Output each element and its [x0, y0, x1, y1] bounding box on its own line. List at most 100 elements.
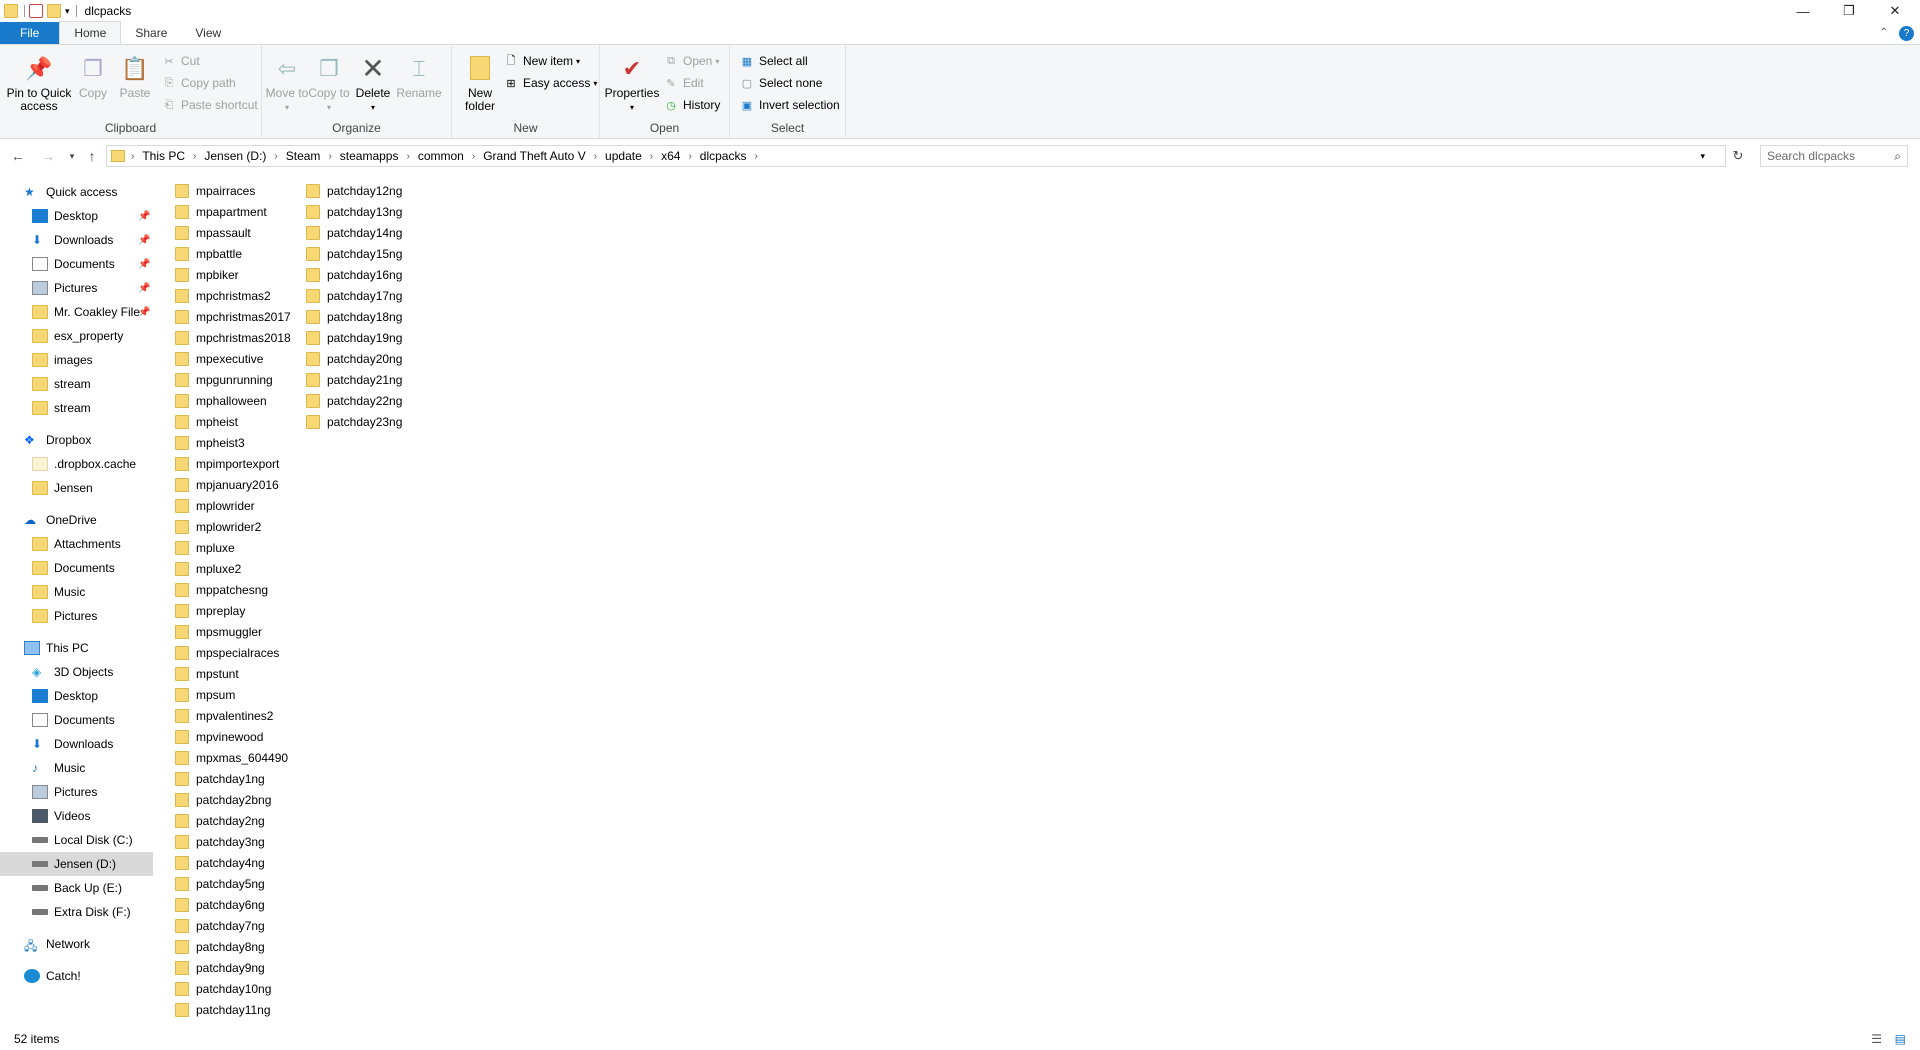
delete-button[interactable]: ✕ Delete ▾ [350, 49, 396, 114]
address-bar[interactable]: › This PC › Jensen (D:) › Steam › steamapps… [106, 145, 1726, 167]
tab-share[interactable]: Share [121, 22, 181, 44]
folder-item[interactable]: mpluxe [175, 537, 235, 558]
folder-item[interactable]: mpvinewood [175, 726, 263, 747]
folder-item[interactable]: patchday11ng [175, 999, 271, 1020]
breadcrumb-update[interactable]: update [599, 149, 648, 163]
folder-item[interactable]: mpsmuggler [175, 621, 262, 642]
folder-item[interactable]: patchday23ng [306, 411, 402, 432]
folder-item[interactable]: mpxmas_604490 [175, 747, 288, 768]
nav-quick-access[interactable]: ★ Quick access [0, 180, 153, 204]
folder-item[interactable]: mpspecialraces [175, 642, 279, 663]
properties-icon[interactable] [29, 4, 43, 18]
back-button[interactable]: ← [8, 146, 28, 166]
nav-pc-desktop[interactable]: Desktop [0, 684, 153, 708]
folder-item[interactable]: mpimportexport [175, 453, 279, 474]
history-button[interactable]: ◷ History [664, 95, 720, 115]
details-view-icon[interactable]: ☰ [1871, 1032, 1882, 1046]
folder-item[interactable]: patchday6ng [175, 894, 265, 915]
folder-item[interactable]: patchday13ng [306, 201, 402, 222]
chevron-right-icon[interactable]: › [686, 151, 693, 162]
breadcrumb-this-pc[interactable]: This PC [136, 149, 191, 163]
nav-documents[interactable]: Documents 📌 [0, 252, 153, 276]
nav-pc-videos[interactable]: Videos [0, 804, 153, 828]
invert-selection-button[interactable]: ▣ Invert selection [740, 95, 840, 115]
nav-extra-disk-f[interactable]: Extra Disk (F:) [0, 900, 153, 924]
forward-button[interactable]: → [38, 146, 58, 166]
nav-this-pc[interactable]: This PC [0, 636, 153, 660]
tab-view[interactable]: View [181, 22, 235, 44]
nav-onedrive-music[interactable]: Music [0, 580, 153, 604]
folder-item[interactable]: mpheist3 [175, 432, 245, 453]
folder-item[interactable]: patchday14ng [306, 222, 402, 243]
folder-item[interactable]: patchday3ng [175, 831, 265, 852]
breadcrumb-steamapps[interactable]: steamapps [334, 149, 405, 163]
folder-item[interactable]: mpvalentines2 [175, 705, 273, 726]
breadcrumb-common[interactable]: common [412, 149, 470, 163]
folder-item[interactable]: mplowrider2 [175, 516, 261, 537]
nav-pc-music[interactable]: ♪ Music [0, 756, 153, 780]
nav-images[interactable]: images [0, 348, 153, 372]
chevron-right-icon[interactable]: › [648, 151, 655, 162]
collapse-ribbon-icon[interactable]: ⌃ [1880, 27, 1888, 38]
folder-item[interactable]: mpluxe2 [175, 558, 241, 579]
folder-item[interactable]: mphalloween [175, 390, 267, 411]
nav-esx-property[interactable]: esx_property [0, 324, 153, 348]
folder-item[interactable]: mpexecutive [175, 348, 263, 369]
folder-item[interactable]: mpchristmas2017 [175, 306, 291, 327]
breadcrumb-steam[interactable]: Steam [280, 149, 327, 163]
large-icons-view-icon[interactable]: ▤ [1895, 1032, 1906, 1046]
breadcrumb-x64[interactable]: x64 [655, 149, 686, 163]
select-none-button[interactable]: ▢ Select none [740, 73, 823, 93]
folder-item[interactable]: patchday4ng [175, 852, 265, 873]
chevron-right-icon[interactable]: › [592, 151, 599, 162]
nav-dropbox-cache[interactable]: .dropbox.cache [0, 452, 153, 476]
breadcrumb-dlcpacks[interactable]: dlcpacks [694, 149, 753, 163]
nav-mr-coakley[interactable]: Mr. Coakley File 📌 [0, 300, 153, 324]
nav-onedrive-pictures[interactable]: Pictures [0, 604, 153, 628]
folder-item[interactable]: patchday1ng [175, 768, 265, 789]
folder-item[interactable]: mppatchesng [175, 579, 268, 600]
paste-shortcut-button[interactable]: ⎗ Paste shortcut [162, 95, 258, 115]
folder-item[interactable]: patchday16ng [306, 264, 402, 285]
breadcrumb-drive[interactable]: Jensen (D:) [198, 149, 272, 163]
recent-locations-icon[interactable]: ▾ [62, 146, 82, 166]
address-dropdown-icon[interactable]: ▾ [1700, 151, 1705, 162]
close-button[interactable]: ✕ [1872, 0, 1918, 22]
nav-onedrive-documents[interactable]: Documents [0, 556, 153, 580]
folder-item[interactable]: patchday7ng [175, 915, 265, 936]
folder-item[interactable]: mpreplay [175, 600, 245, 621]
folder-item[interactable]: patchday2ng [175, 810, 265, 831]
folder-item[interactable]: patchday2bng [175, 789, 271, 810]
nav-pc-documents[interactable]: Documents [0, 708, 153, 732]
folder-item[interactable]: patchday9ng [175, 957, 265, 978]
folder-item[interactable]: mplowrider [175, 495, 255, 516]
folder-item[interactable]: patchday12ng [306, 180, 402, 201]
folder-item[interactable]: mpjanuary2016 [175, 474, 279, 495]
nav-backup-e[interactable]: Back Up (E:) [0, 876, 153, 900]
nav-pc-pictures[interactable]: Pictures [0, 780, 153, 804]
folder-item[interactable]: mpbattle [175, 243, 242, 264]
minimize-button[interactable]: — [1780, 0, 1826, 22]
nav-pictures[interactable]: Pictures 📌 [0, 276, 153, 300]
folder-item[interactable]: patchday22ng [306, 390, 402, 411]
paste-button[interactable]: 📋 Paste [108, 49, 162, 100]
folder-item[interactable]: mpchristmas2 [175, 285, 271, 306]
folder-item[interactable]: mpassault [175, 222, 251, 243]
folder-item[interactable]: mpstunt [175, 663, 239, 684]
nav-jensen-d[interactable]: Jensen (D:) [0, 852, 153, 876]
breadcrumb-gta[interactable]: Grand Theft Auto V [477, 149, 592, 163]
search-input[interactable]: Search dlcpacks ⌕ [1760, 145, 1908, 167]
chevron-right-icon[interactable]: › [272, 151, 279, 162]
maximize-button[interactable]: ❐ [1826, 0, 1872, 22]
pin-quick-access-button[interactable]: 📌 Pin to Quick access [4, 49, 74, 113]
new-folder-icon[interactable] [47, 4, 61, 18]
chevron-right-icon[interactable]: › [191, 151, 198, 162]
folder-item[interactable]: mpbiker [175, 264, 239, 285]
up-button[interactable]: ↑ [82, 146, 102, 166]
tab-file[interactable]: File [0, 22, 60, 44]
folder-item[interactable]: mpapartment [175, 201, 267, 222]
nav-local-disk-c[interactable]: Local Disk (C:) [0, 828, 153, 852]
nav-catch[interactable]: Catch! [0, 964, 153, 988]
folder-item[interactable]: patchday10ng [175, 978, 271, 999]
rename-button[interactable]: ⌶ Rename [394, 49, 444, 100]
